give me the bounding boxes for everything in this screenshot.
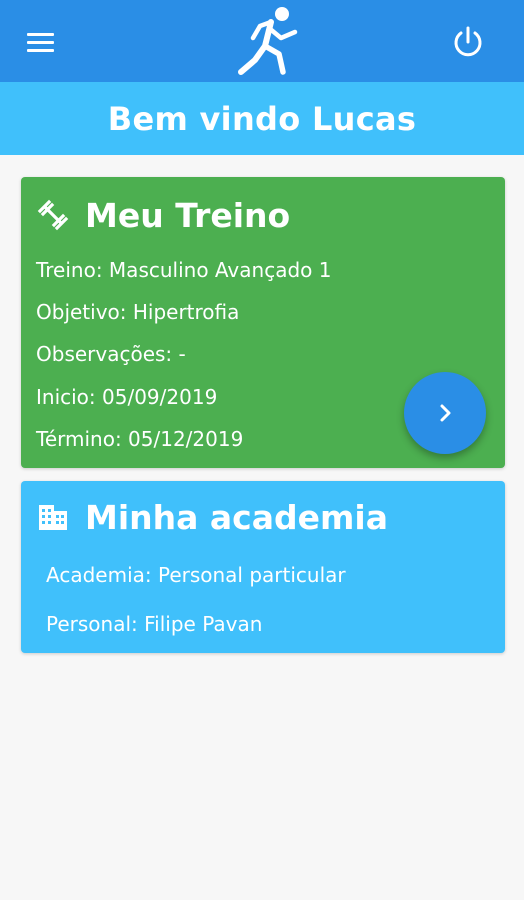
treino-card-heading: Meu Treino <box>85 195 291 235</box>
treino-card-title: Meu Treino <box>37 193 290 237</box>
menu-button[interactable] <box>22 24 62 60</box>
treino-objetivo: Objetivo: Hipertrofia <box>36 300 240 324</box>
fitness-dumbbell-icon <box>37 199 69 231</box>
academia-card[interactable]: Minha academia Academia: Personal partic… <box>21 481 505 653</box>
welcome-text: Bem vindo Lucas <box>107 99 417 138</box>
app-bar <box>0 0 524 82</box>
treino-card[interactable]: Meu Treino Treino: Masculino Avançado 1 … <box>21 177 505 468</box>
academia-card-title: Minha academia <box>37 495 388 539</box>
building-icon <box>39 505 67 530</box>
treino-inicio: Inicio: 05/09/2019 <box>36 385 218 409</box>
academia-card-heading: Minha academia <box>85 497 388 537</box>
runner-icon <box>238 7 298 75</box>
chevron-right-icon <box>440 404 451 422</box>
academia-name: Academia: Personal particular <box>46 563 346 587</box>
open-treino-button[interactable] <box>404 372 486 454</box>
academia-personal: Personal: Filipe Pavan <box>46 612 263 636</box>
treino-name: Treino: Masculino Avançado 1 <box>36 258 332 282</box>
treino-observacoes: Observações: - <box>36 342 186 366</box>
hamburger-menu-icon <box>27 32 54 36</box>
welcome-banner: Bem vindo Lucas <box>0 82 524 155</box>
treino-termino: Término: 05/12/2019 <box>36 427 244 451</box>
power-icon[interactable] <box>448 22 488 62</box>
